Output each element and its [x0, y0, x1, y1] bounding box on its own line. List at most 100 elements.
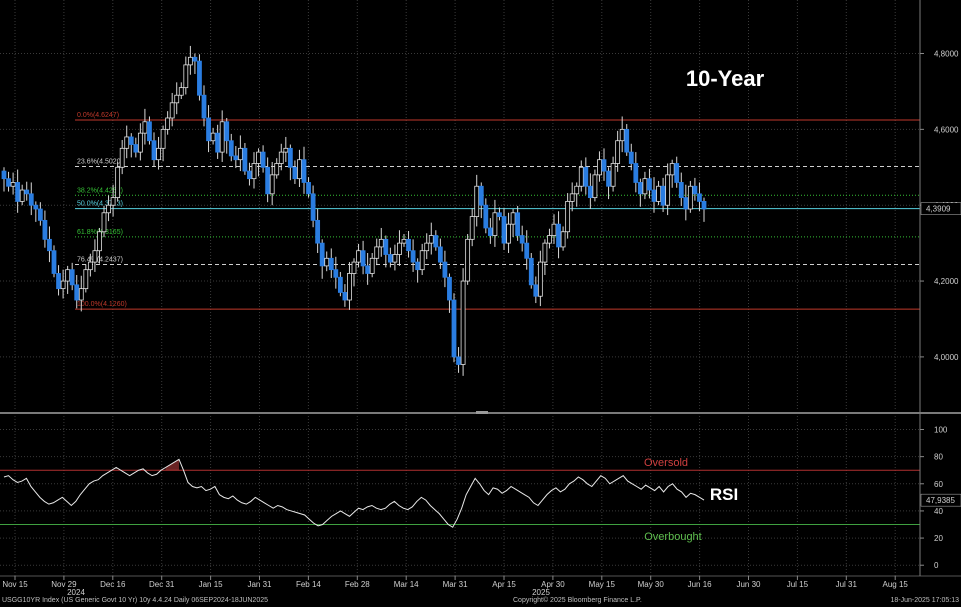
oversold-label: Oversold	[644, 457, 688, 469]
footer-copyright: Copyright© 2025 Bloomberg Finance L.P.	[513, 597, 642, 604]
candle-up	[78, 288, 84, 301]
y-tick-label-price: 4,0000	[934, 353, 959, 362]
x-tick-label: Apr 15	[492, 580, 516, 589]
candle-down	[678, 182, 684, 199]
candle-down	[147, 121, 152, 142]
candle-up	[347, 273, 352, 301]
candle-down	[442, 261, 448, 278]
candle-up	[269, 174, 275, 195]
y-tick-label-rsi: 20	[934, 534, 943, 543]
candle-down	[383, 238, 389, 255]
candle-down	[387, 254, 393, 263]
y-tick-label-price: 4,8000	[934, 50, 959, 59]
candle-down	[6, 178, 11, 187]
candle-up	[19, 189, 25, 202]
candle-down	[447, 276, 452, 301]
candle-down	[451, 299, 457, 358]
footer-security-info: USGG10YR Index (US Generic Govt 10 Yr) 1…	[2, 597, 269, 604]
candle-up	[169, 102, 175, 119]
last-price-label: 4,3909	[926, 205, 951, 214]
candle-down	[433, 235, 439, 248]
candle-down	[151, 140, 157, 161]
candle-up	[537, 261, 543, 297]
candle-up	[137, 132, 143, 153]
candle-up	[610, 163, 616, 187]
candle-up	[187, 56, 193, 66]
candle-up	[574, 185, 580, 195]
candle-up	[351, 261, 357, 274]
candle-down	[606, 170, 611, 187]
candle-up	[256, 151, 261, 164]
overbought-label: Overbought	[644, 531, 701, 543]
candle-down	[42, 219, 48, 240]
candle-down	[224, 121, 230, 142]
candle-up	[642, 178, 648, 195]
fib-level-label: 0.0%(4.6247)	[77, 112, 119, 119]
chart-canvas: 0.0%(4.6247)23.6%(4.5020)38.2%(4.4262)50…	[0, 0, 961, 607]
candle-up	[474, 185, 480, 217]
candle-up	[142, 121, 148, 134]
candle-down	[51, 250, 57, 274]
candle-down	[533, 284, 539, 297]
candle-up	[83, 269, 89, 290]
candle-up	[87, 261, 93, 271]
candle-up	[165, 117, 171, 130]
candle-up	[219, 121, 225, 153]
candle-down	[310, 193, 316, 221]
year-label-2025: 2025	[532, 588, 550, 597]
candle-up	[115, 166, 121, 199]
candle-up	[428, 235, 434, 244]
candle-down	[583, 166, 589, 187]
candle-up	[374, 246, 380, 259]
candle-up	[210, 132, 216, 142]
y-tick-label-price: 4,6000	[934, 125, 959, 134]
candle-down	[697, 193, 702, 202]
candle-down	[56, 273, 61, 290]
candle-down	[287, 147, 293, 168]
candle-up	[369, 257, 375, 274]
candle-up	[378, 238, 384, 248]
candle-up	[392, 254, 398, 263]
candle-down	[501, 216, 507, 244]
candle-up	[687, 185, 693, 210]
candle-down	[483, 204, 489, 229]
y-tick-label-rsi: 40	[934, 507, 943, 516]
candle-up	[665, 174, 671, 206]
candle-down	[228, 140, 234, 157]
candle-down	[260, 151, 266, 168]
candle-up	[156, 147, 161, 161]
candle-down	[406, 238, 411, 252]
candle-up	[101, 212, 107, 233]
candle-up	[274, 163, 280, 176]
candle-down	[33, 204, 39, 210]
candle-up	[397, 242, 402, 255]
x-tick-label: May 30	[638, 580, 665, 589]
candle-up	[324, 257, 330, 267]
candle-down	[28, 193, 34, 206]
panel-resize-handle	[476, 411, 488, 414]
x-tick-label: May 15	[589, 580, 616, 589]
candle-up	[237, 147, 243, 161]
candle-down	[315, 219, 321, 244]
candle-down	[233, 155, 239, 161]
candle-down	[660, 185, 666, 206]
candle-down	[201, 94, 207, 119]
x-tick-label: Jan 15	[199, 580, 224, 589]
last-rsi-label: 47,9385	[926, 496, 955, 505]
candle-up	[669, 163, 675, 176]
candle-up	[656, 185, 661, 202]
candle-up	[469, 216, 475, 240]
candle-up	[124, 136, 130, 149]
candle-up	[560, 231, 566, 248]
candle-down	[456, 356, 461, 365]
candle-down	[624, 128, 630, 153]
candle-down	[651, 189, 657, 202]
y-tick-label-price: 4,2000	[934, 277, 959, 286]
candle-down	[192, 56, 198, 62]
candle-up	[460, 280, 466, 365]
candle-down	[128, 136, 134, 145]
candle-down	[415, 261, 421, 271]
candle-up	[569, 193, 575, 202]
candle-up	[597, 159, 602, 176]
candle-up	[551, 223, 557, 236]
